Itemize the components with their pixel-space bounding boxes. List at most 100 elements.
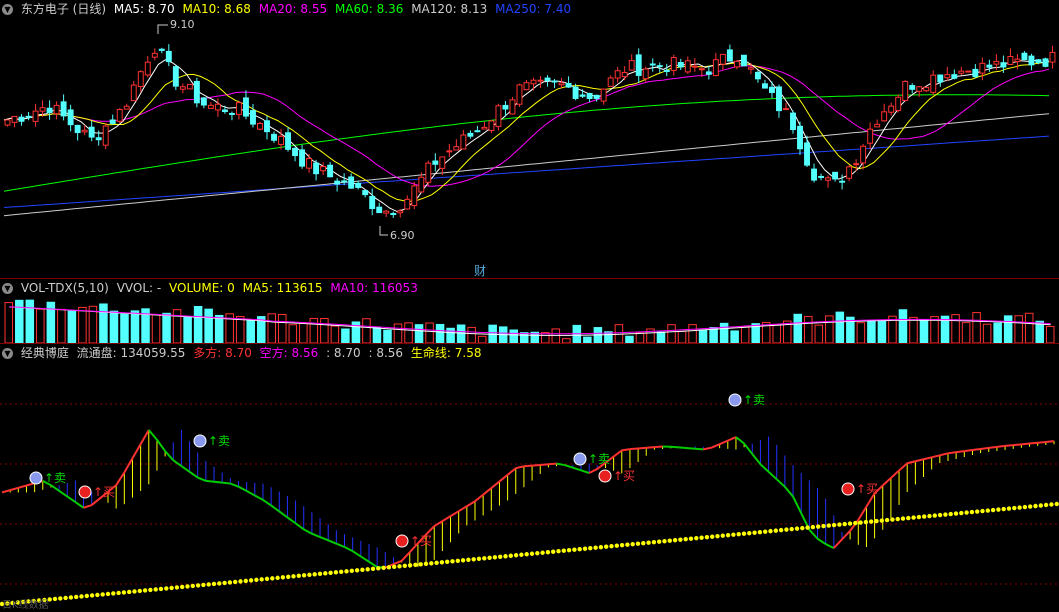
life-line-dot bbox=[493, 555, 497, 559]
life-line-dot bbox=[567, 548, 571, 552]
life-line-dot bbox=[222, 581, 226, 585]
candle-up bbox=[307, 158, 312, 168]
candle-down bbox=[833, 172, 838, 179]
candle-up bbox=[208, 105, 213, 108]
life-line-dot bbox=[1055, 502, 1059, 506]
candle-up bbox=[517, 85, 522, 104]
candle-down bbox=[812, 169, 817, 180]
candle-down bbox=[1029, 56, 1034, 65]
volume-bar-up bbox=[689, 325, 697, 343]
collapse-indicator-icon[interactable]: ▼ bbox=[2, 348, 13, 359]
life-line-dot bbox=[943, 512, 947, 516]
life-line-dot bbox=[169, 586, 173, 590]
candle-up bbox=[692, 66, 697, 67]
kline-chart[interactable]: 9.10 6.90 bbox=[0, 0, 1059, 278]
life-line-dot bbox=[122, 590, 126, 594]
life-line-dot bbox=[371, 567, 375, 571]
candle-down bbox=[265, 121, 270, 132]
candle-down bbox=[159, 49, 164, 50]
indicator-chart[interactable]: ↑卖↑买↑卖↑买↑卖↑买↑卖↑买 bbox=[0, 344, 1059, 612]
volume-bar-down bbox=[247, 321, 255, 343]
life-line-dot bbox=[906, 516, 910, 520]
volume-pane[interactable]: ▼ VOL-TDX(5,10) VVOL: - VOLUME: 0 MA5: 1… bbox=[0, 278, 1059, 344]
candle-up bbox=[720, 54, 725, 64]
life-line-dot bbox=[291, 574, 295, 578]
life-line-dot bbox=[980, 509, 984, 513]
fast-line-segment bbox=[785, 487, 793, 497]
life-line-dot bbox=[413, 563, 417, 567]
volume-bar-up bbox=[173, 310, 181, 343]
volume-bar-down bbox=[373, 327, 381, 343]
fast-line-segment bbox=[149, 430, 157, 440]
candle-down bbox=[293, 148, 298, 155]
candle-down bbox=[173, 67, 178, 87]
high-label: 9.10 bbox=[170, 18, 195, 31]
candle-down bbox=[741, 55, 746, 66]
finance-badge[interactable]: 财 bbox=[474, 262, 486, 278]
collapse-kline-icon[interactable]: ▼ bbox=[2, 4, 13, 15]
life-line-dot bbox=[588, 546, 592, 550]
candle-up bbox=[608, 78, 613, 86]
candle-up bbox=[847, 167, 852, 178]
volume-bar-up bbox=[405, 323, 413, 343]
candle-down bbox=[594, 95, 599, 98]
life-line-dot bbox=[991, 508, 995, 512]
candle-down bbox=[286, 133, 291, 150]
fast-line-segment bbox=[924, 457, 932, 459]
life-line-dot bbox=[503, 554, 507, 558]
candle-up bbox=[461, 135, 466, 149]
candle-up bbox=[889, 106, 894, 112]
fast-line-segment bbox=[654, 446, 662, 447]
low-label: 6.90 bbox=[390, 229, 415, 242]
life-line-dot bbox=[832, 523, 836, 527]
collapse-volume-icon[interactable]: ▼ bbox=[2, 283, 13, 294]
life-line-dot bbox=[890, 517, 894, 521]
candle-down bbox=[552, 81, 557, 82]
life-line-dot bbox=[599, 545, 603, 549]
life-line-dot bbox=[959, 511, 963, 515]
life-line-dot bbox=[1012, 506, 1016, 510]
life-line-dot bbox=[328, 571, 332, 575]
life-line-dot bbox=[286, 575, 290, 579]
volume-bar-down bbox=[731, 331, 739, 343]
candle-down bbox=[566, 83, 571, 87]
fast-line-segment bbox=[451, 511, 459, 516]
candle-up bbox=[180, 87, 185, 89]
life-line-dot bbox=[180, 585, 184, 589]
fast-line-segment bbox=[84, 505, 92, 508]
candle-down bbox=[314, 163, 319, 174]
life-line-dot bbox=[498, 555, 502, 559]
volume-bar-up bbox=[426, 323, 434, 343]
fast-line-segment bbox=[328, 540, 336, 543]
fast-line-segment bbox=[336, 544, 344, 547]
life-line-dot bbox=[731, 532, 735, 536]
fast-line-segment bbox=[222, 483, 230, 484]
candle-down bbox=[840, 181, 845, 182]
volume-bar-up bbox=[952, 315, 960, 343]
life-line-dot bbox=[615, 544, 619, 548]
kline-pane[interactable]: ▼ 东方电子 (日线) MA5: 8.70 MA10: 8.68 MA20: 8… bbox=[0, 0, 1059, 278]
buy-signal-label: ↑买 bbox=[856, 482, 878, 496]
fast-line-segment bbox=[630, 448, 638, 449]
indicator-pane[interactable]: ▼ 经典博庭 流通盘: 134059.55 多方: 8.70 空方: 8.56 … bbox=[0, 343, 1059, 612]
life-line-dot bbox=[954, 511, 958, 515]
life-line-dot bbox=[657, 539, 661, 543]
candle-down bbox=[706, 72, 711, 74]
candle-down bbox=[973, 69, 978, 76]
life-line-dot bbox=[631, 542, 635, 546]
candle-up bbox=[454, 147, 459, 150]
fast-line-segment bbox=[279, 511, 287, 517]
candle-up bbox=[489, 121, 494, 131]
candle-down bbox=[770, 87, 775, 92]
life-line-dot bbox=[334, 570, 338, 574]
fast-line-segment bbox=[720, 441, 728, 445]
life-line-dot bbox=[795, 526, 799, 530]
volume-legend: ▼ VOL-TDX(5,10) VVOL: - VOLUME: 0 MA5: 1… bbox=[2, 280, 422, 296]
life-line-dot bbox=[461, 558, 465, 562]
kline-title: 东方电子 (日线) bbox=[21, 2, 106, 16]
candle-up bbox=[405, 199, 410, 209]
life-line-dot bbox=[270, 576, 274, 580]
life-line-dot bbox=[636, 541, 640, 545]
fast-line-segment bbox=[565, 465, 573, 468]
life-line-dot bbox=[747, 531, 751, 535]
